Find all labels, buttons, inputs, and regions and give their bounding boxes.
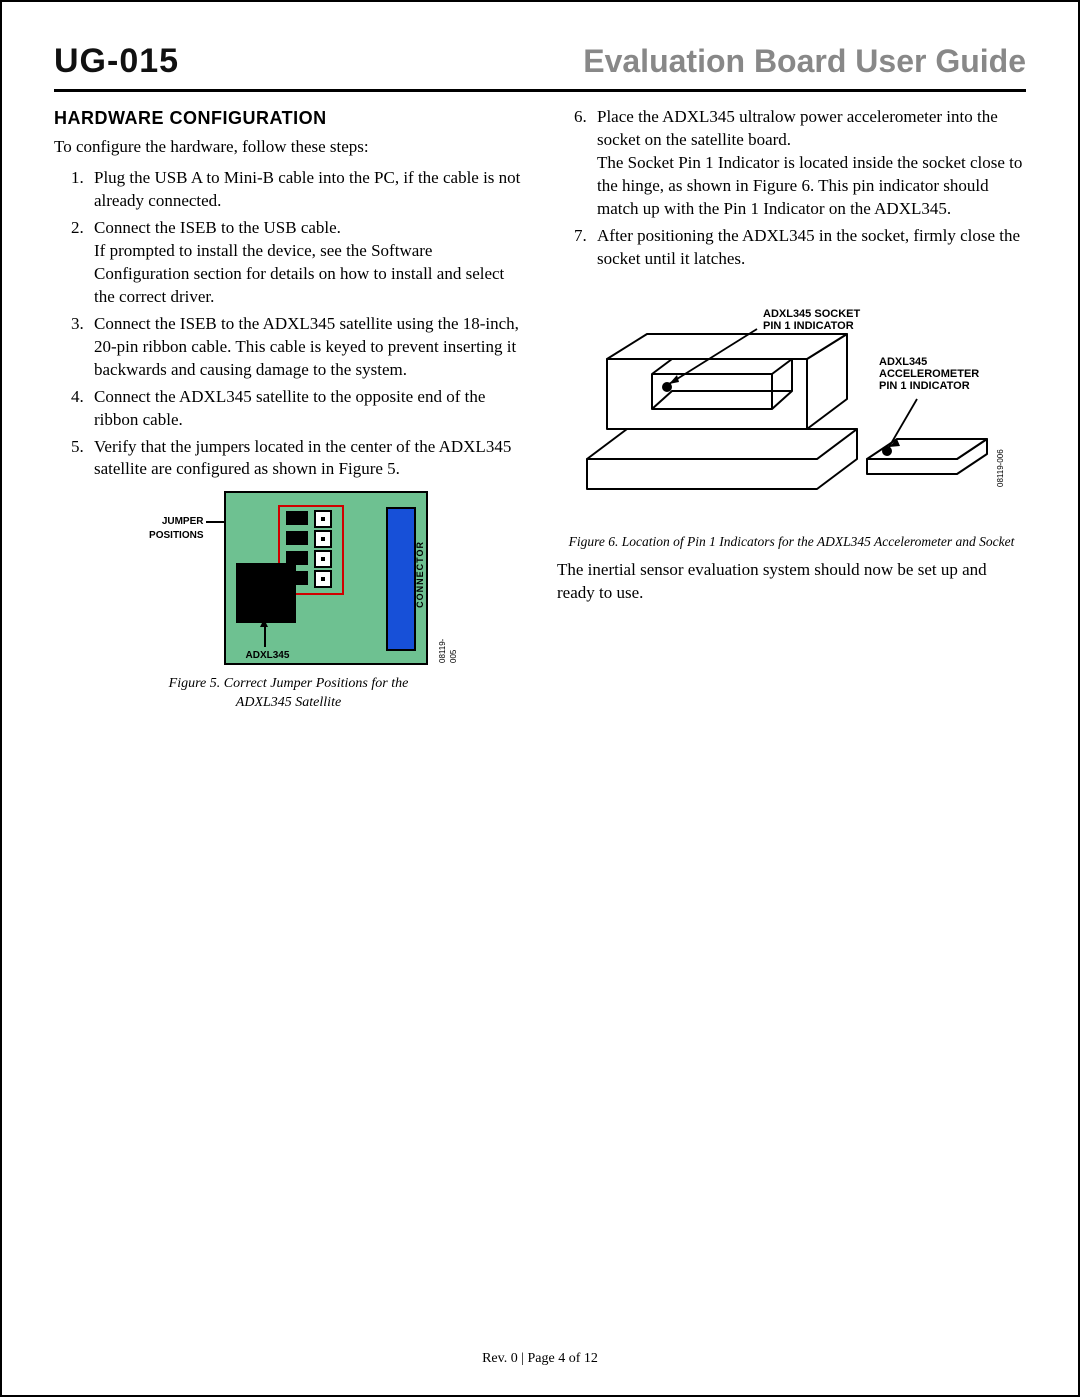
connector-label: CONNECTOR (414, 541, 426, 608)
figure-6-caption: Figure 6. Location of Pin 1 Indicators f… (557, 533, 1026, 551)
page-footer: Rev. 0 | Page 4 of 12 (2, 1351, 1078, 1367)
right-column: Place the ADXL345 ultralow power acceler… (557, 106, 1026, 713)
jumper-1 (286, 511, 308, 525)
step-1: Plug the USB A to Mini-B cable into the … (88, 167, 523, 213)
step-4: Connect the ADXL345 satellite to the opp… (88, 386, 523, 432)
figure-6-svg: ADXL345 SOCKET PIN 1 INDICATOR ADXL345 A… (557, 279, 1017, 529)
pin-3 (314, 550, 332, 568)
socket-pin1-label: ADXL345 SOCKET PIN 1 INDICATOR (763, 308, 863, 332)
pin-4 (314, 570, 332, 588)
figure-5-code: 08119-005 (438, 639, 460, 663)
adxl345-chip (236, 563, 296, 623)
step-3: Connect the ISEB to the ADXL345 satellit… (88, 313, 523, 382)
figure-6-code-svg: 08119-006 (996, 448, 1005, 486)
page: UG-015 Evaluation Board User Guide HARDW… (0, 0, 1080, 1397)
left-column: HARDWARE CONFIGURATION To configure the … (54, 106, 523, 713)
figure-5: JUMPER POSITIONS (144, 491, 434, 713)
two-column-body: HARDWARE CONFIGURATION To configure the … (54, 106, 1026, 713)
satellite-board: CONNECTOR ADXL345 (224, 491, 428, 665)
pin-1 (314, 510, 332, 528)
section-heading: HARDWARE CONFIGURATION (54, 106, 523, 130)
page-header: UG-015 Evaluation Board User Guide (54, 42, 1026, 92)
document-code: UG-015 (54, 42, 179, 81)
ribbon-connector (386, 507, 416, 651)
accel-pin1-label: ADXL345 ACCELEROMETER PIN 1 INDICATOR (879, 356, 982, 392)
jumper-2 (286, 531, 308, 545)
step-7: After positioning the ADXL345 in the soc… (591, 225, 1026, 271)
step-5: Verify that the jumpers located in the c… (88, 436, 523, 482)
chip-label: ADXL345 (246, 649, 290, 663)
steps-list-left: Plug the USB A to Mini-B cable into the … (54, 167, 523, 481)
arrowhead-up-icon (260, 619, 268, 627)
figure-5-caption: Figure 5. Correct Jumper Positions for t… (144, 675, 434, 713)
chip-arrow-line (264, 625, 266, 647)
steps-list-right: Place the ADXL345 ultralow power acceler… (557, 106, 1026, 271)
intro-text: To configure the hardware, follow these … (54, 136, 523, 159)
pin-2 (314, 530, 332, 548)
closing-text: The inertial sensor evaluation system sh… (557, 559, 1026, 605)
figure-6: ADXL345 SOCKET PIN 1 INDICATOR ADXL345 A… (557, 279, 1026, 551)
step-6: Place the ADXL345 ultralow power acceler… (591, 106, 1026, 221)
step-2: Connect the ISEB to the USB cable. If pr… (88, 217, 523, 309)
jumper-positions-label: JUMPER POSITIONS (134, 515, 204, 542)
document-title: Evaluation Board User Guide (583, 43, 1026, 80)
